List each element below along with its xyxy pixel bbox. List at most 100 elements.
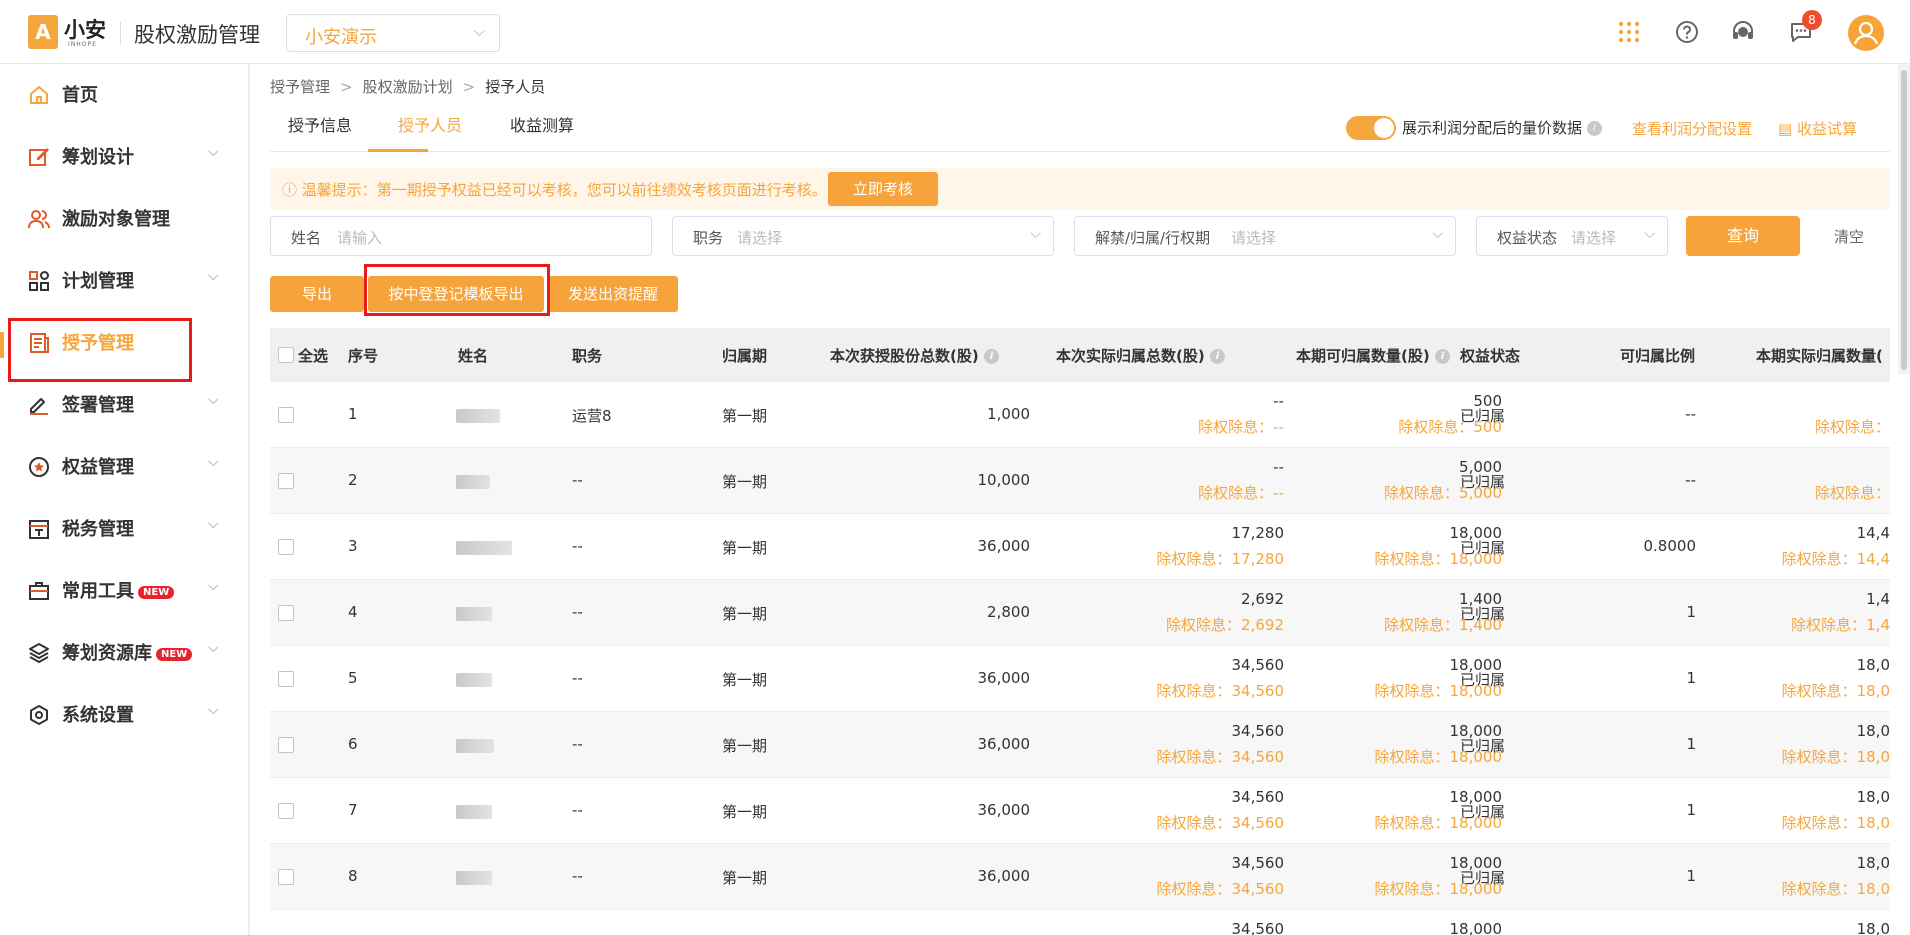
row-period: 第一期: [722, 869, 768, 887]
table-row[interactable]: 7 -- 第一期 36,000 已归属 1 34,560 18,000 18,0 除权除息：34,…: [270, 778, 1890, 844]
grant-table: 全选 序号 姓名 职务 归属期 本次获授股份总数(股) i 本次实际归属总数(股…: [270, 328, 1890, 935]
export-button[interactable]: 导出: [270, 276, 364, 312]
info-icon[interactable]: i: [1586, 121, 1602, 136]
row-period: 第一期: [722, 539, 768, 557]
avatar[interactable]: [1848, 15, 1884, 51]
tab-grant-info[interactable]: 授予信息: [288, 112, 352, 136]
new-badge: NEW: [156, 647, 193, 661]
edit-icon: [29, 148, 49, 166]
row-actual-vested: 34,560: [1231, 722, 1285, 740]
row-checkbox[interactable]: [278, 869, 294, 885]
row-actual-vested: 34,560: [1231, 854, 1285, 872]
adjusted-prefix: 除权除息：: [1791, 616, 1867, 634]
table-row[interactable]: 2 -- 第一期 10,000 已归属 -- -- 5,000 除权除息：-- 除权除息：5,00…: [270, 448, 1890, 514]
row-vestable: 18,000: [1449, 920, 1503, 935]
adjusted-prefix: 除权除息：: [1781, 682, 1857, 700]
status-filter[interactable]: 权益状态 请选择 ⌵: [1476, 216, 1668, 256]
position-filter[interactable]: 职务 请选择 ⌵: [672, 216, 1054, 256]
column-header[interactable]: 全选: [298, 345, 328, 366]
adjusted-value: 34,560: [1231, 880, 1285, 898]
breadcrumb-item[interactable]: 授予管理: [270, 78, 330, 96]
vertical-scrollbar[interactable]: [1898, 64, 1910, 374]
sidebar-item-signing[interactable]: 签署管理 ⌵: [0, 374, 249, 434]
notice-message: 温馨提示：第一期授予权益已经可以考核，您可以前往绩效考核页面进行考核。: [301, 181, 827, 199]
row-checkbox[interactable]: [278, 671, 294, 687]
period-filter[interactable]: 解禁/归属/行权期 请选择 ⌵: [1074, 216, 1456, 256]
sidebar-item-settings[interactable]: 系统设置 ⌵: [0, 684, 249, 744]
sidebar-item-tools[interactable]: 常用工具 NEW ⌵: [0, 560, 249, 620]
send-reminder-button[interactable]: 发送出资提醒: [548, 276, 678, 312]
table-row[interactable]: 34,560 18,000 18,0: [270, 910, 1891, 935]
customer-service-icon[interactable]: [1728, 17, 1758, 47]
sidebar-item-targets[interactable]: 激励对象管理: [0, 188, 249, 248]
sidebar-item-tax[interactable]: 税务管理 ⌵: [0, 498, 249, 558]
adjusted-value: 18,0: [1856, 880, 1890, 898]
info-circle-icon: ⓘ: [282, 181, 298, 199]
row-checkbox[interactable]: [278, 605, 294, 621]
table-row[interactable]: 6 -- 第一期 36,000 已归属 1 34,560 18,000 18,0 除权除息：34,…: [270, 712, 1890, 778]
query-button[interactable]: 查询: [1686, 216, 1800, 256]
sidebar-item-text: 筹划资源库: [62, 643, 152, 664]
row-checkbox[interactable]: [278, 803, 294, 819]
row-checkbox[interactable]: [278, 473, 294, 489]
table-row[interactable]: 3 -- 第一期 36,000 已归属 0.8000 17,280 18,000 14,4 除权除…: [270, 514, 1890, 580]
row-actual-vested: 34,560: [1231, 656, 1285, 674]
row-actual-adjusted: 除权除息：17,280: [1070, 548, 1284, 569]
sidebar-item-equity[interactable]: 权益管理 ⌵: [0, 436, 249, 496]
table-row[interactable]: 1 运营8 第一期 1,000 已归属 -- -- 500 除权除息：-- 除权除息：500 除权除…: [270, 382, 1890, 448]
clear-button[interactable]: 清空: [1834, 226, 1864, 247]
column-header: 职务: [572, 347, 603, 365]
row-current-adjusted: 除权除息：18,0: [1720, 812, 1890, 833]
tab-grant-people[interactable]: 授予人员: [398, 112, 462, 136]
scrollbar-thumb[interactable]: [1901, 70, 1907, 370]
new-badge: NEW: [138, 585, 175, 599]
filter-label: 姓名: [291, 229, 322, 247]
assess-now-button[interactable]: 立即考核: [828, 172, 938, 206]
row-checkbox[interactable]: [278, 539, 294, 555]
row-number: 8: [348, 867, 358, 885]
row-vestable: 18,000: [1449, 722, 1503, 740]
row-ratio: --: [1685, 471, 1696, 489]
info-icon[interactable]: i: [1434, 349, 1450, 364]
row-checkbox[interactable]: [278, 737, 294, 753]
sidebar-item-resources[interactable]: 筹划资源库 NEW ⌵: [0, 622, 249, 682]
toggle-label: 展示利润分配后的量价数据 i: [1402, 117, 1602, 138]
adjusted-prefix: 除权除息：: [1198, 418, 1274, 436]
profit-data-toggle[interactable]: [1346, 116, 1396, 140]
sidebar-item-home[interactable]: 首页: [0, 64, 249, 124]
apps-grid-icon[interactable]: [1614, 17, 1644, 47]
profit-settings-link[interactable]: 查看利润分配设置: [1632, 118, 1752, 139]
select-all-checkbox[interactable]: [278, 347, 294, 363]
row-ratio: 0.8000: [1643, 537, 1697, 555]
sidebar-item-plans[interactable]: 计划管理 ⌵: [0, 250, 249, 310]
redacted-name: [456, 739, 494, 753]
highlight-box-export: [364, 264, 550, 316]
name-filter[interactable]: 姓名 请输入: [270, 216, 652, 256]
row-checkbox[interactable]: [278, 407, 294, 423]
sidebar-item-label: 筹划设计: [62, 147, 134, 168]
row-number: 7: [348, 801, 358, 819]
info-icon[interactable]: i: [983, 349, 999, 364]
row-current-vested: 18,0: [1856, 722, 1890, 740]
adjusted-prefix: 除权除息：: [1374, 748, 1450, 766]
logo-icon: A: [28, 15, 58, 49]
income-trial-link[interactable]: ▤ 收益试算: [1778, 118, 1857, 139]
brand-name: 小安: [64, 18, 106, 42]
divider: [120, 22, 121, 44]
table-row[interactable]: 4 -- 第一期 2,800 已归属 1 2,692 1,400 1,4 除权除息：2,692 除权…: [270, 580, 1890, 646]
table-row[interactable]: 5 -- 第一期 36,000 已归属 1 34,560 18,000 18,0 除权除息：34,…: [270, 646, 1890, 712]
adjusted-value: 34,560: [1231, 814, 1285, 832]
toggle-label-text: 展示利润分配后的量价数据: [1402, 119, 1583, 137]
adjusted-prefix: 除权除息：: [1198, 484, 1274, 502]
sidebar-item-planning[interactable]: 筹划设计 ⌵: [0, 126, 249, 186]
adjusted-value: 2,692: [1241, 616, 1284, 634]
company-select[interactable]: 小安演示 ⌵: [286, 14, 500, 52]
tab-income-calc[interactable]: 收益测算: [510, 112, 574, 136]
breadcrumb-item[interactable]: 股权激励计划: [363, 78, 453, 96]
help-icon[interactable]: [1672, 17, 1702, 47]
breadcrumb-current: 授予人员: [485, 78, 546, 96]
table-row[interactable]: 8 -- 第一期 36,000 已归属 1 34,560 18,000 18,0 除权除息：34,…: [270, 844, 1890, 910]
equity-icon: [29, 457, 49, 477]
info-icon[interactable]: i: [1209, 349, 1225, 364]
breadcrumb-separator: >: [340, 78, 353, 96]
